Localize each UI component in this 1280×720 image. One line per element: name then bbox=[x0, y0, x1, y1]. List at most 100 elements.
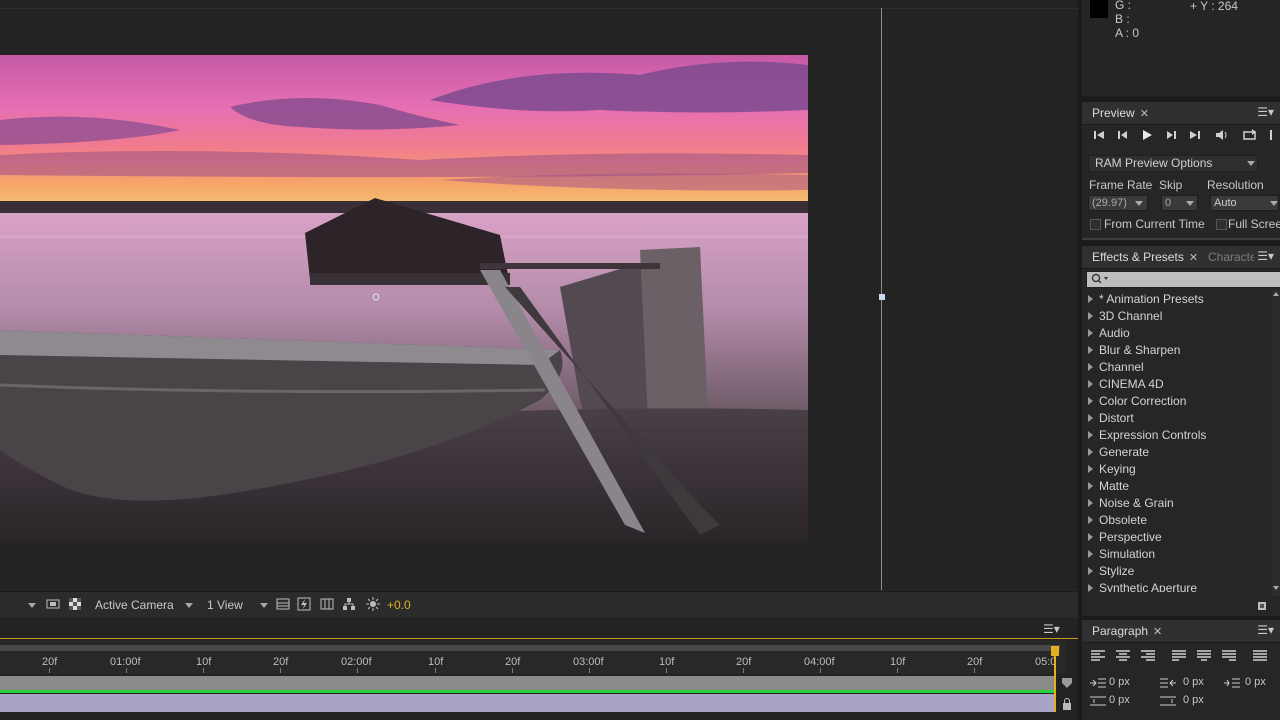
effects-search-input[interactable] bbox=[1086, 271, 1280, 288]
timeline-panel-menu-icon[interactable]: ☰▾ bbox=[1043, 622, 1060, 636]
effect-category-obsolete[interactable]: Obsolete bbox=[1088, 512, 1147, 529]
ram-preview-options-dropdown[interactable]: RAM Preview Options bbox=[1088, 155, 1258, 172]
effect-category-simulation[interactable]: Simulation bbox=[1088, 546, 1155, 563]
first-frame-icon[interactable] bbox=[1091, 128, 1107, 142]
effect-category-cinema-4d[interactable]: CINEMA 4D bbox=[1088, 376, 1164, 393]
guide-handle[interactable] bbox=[879, 294, 885, 300]
tab-effects-presets[interactable]: Effects & Presets ✕ bbox=[1092, 250, 1198, 264]
expand-triangle-icon[interactable] bbox=[1088, 533, 1093, 541]
effect-category-blur-sharpen[interactable]: Blur & Sharpen bbox=[1088, 342, 1180, 359]
frame-rate-field[interactable]: (29.97) bbox=[1088, 195, 1148, 211]
close-icon[interactable]: ✕ bbox=[1189, 252, 1198, 264]
effect-category-matte[interactable]: Matte bbox=[1088, 478, 1129, 495]
effect-category-synthetic-aperture[interactable]: Synthetic Aperture bbox=[1088, 580, 1197, 592]
timeline-icon[interactable] bbox=[320, 597, 334, 611]
expand-triangle-icon[interactable] bbox=[1088, 499, 1093, 507]
last-frame-icon[interactable] bbox=[1187, 128, 1203, 142]
indent-right-value[interactable]: 0 px bbox=[1183, 676, 1204, 688]
audio-icon[interactable] bbox=[1214, 128, 1230, 142]
work-area-bar[interactable] bbox=[0, 645, 1060, 651]
space-before-value[interactable]: 0 px bbox=[1109, 694, 1130, 706]
current-time-indicator-head[interactable] bbox=[1051, 646, 1059, 656]
indent-first-line-value[interactable]: 0 px bbox=[1245, 676, 1266, 688]
tick-label: 02:00f bbox=[341, 656, 372, 668]
effect-category-color-correction[interactable]: Color Correction bbox=[1088, 393, 1186, 410]
space-after-value[interactable]: 0 px bbox=[1183, 694, 1204, 706]
effect-category-stylize[interactable]: Stylize bbox=[1088, 563, 1134, 580]
new-preset-icon[interactable] bbox=[1256, 600, 1268, 612]
tab-preview[interactable]: Preview ✕ bbox=[1092, 106, 1149, 120]
current-time-indicator[interactable] bbox=[1054, 656, 1056, 712]
effect-category-expression-controls[interactable]: Expression Controls bbox=[1088, 427, 1206, 444]
tab-character[interactable]: Characte bbox=[1208, 250, 1254, 264]
effect-category-audio[interactable]: Audio bbox=[1088, 325, 1130, 342]
expand-triangle-icon[interactable] bbox=[1088, 516, 1093, 524]
expand-triangle-icon[interactable] bbox=[1088, 380, 1093, 388]
effect-category-noise-grain[interactable]: Noise & Grain bbox=[1088, 495, 1174, 512]
expand-triangle-icon[interactable] bbox=[1088, 550, 1093, 558]
justify-all-icon[interactable] bbox=[1252, 649, 1268, 663]
expand-triangle-icon[interactable] bbox=[1088, 397, 1093, 405]
play-icon[interactable] bbox=[1139, 128, 1155, 142]
next-frame-icon[interactable] bbox=[1163, 128, 1179, 142]
layer-bar[interactable] bbox=[0, 694, 1056, 712]
panel-menu-icon[interactable]: ☰▾ bbox=[1257, 623, 1274, 637]
expand-triangle-icon[interactable] bbox=[1088, 482, 1093, 490]
align-left-icon[interactable] bbox=[1090, 649, 1106, 663]
exposure-value[interactable]: +0.0 bbox=[387, 597, 411, 613]
panel-menu-icon[interactable]: ☰▾ bbox=[1257, 249, 1274, 263]
effect-category-generate[interactable]: Generate bbox=[1088, 444, 1149, 461]
effect-category-channel[interactable]: Channel bbox=[1088, 359, 1144, 376]
effect-category-3d-channel[interactable]: 3D Channel bbox=[1088, 308, 1162, 325]
expand-triangle-icon[interactable] bbox=[1088, 431, 1093, 439]
panel-menu-icon[interactable]: ☰▾ bbox=[1257, 105, 1274, 119]
align-center-icon[interactable] bbox=[1115, 649, 1131, 663]
justify-last-center-icon[interactable] bbox=[1196, 649, 1212, 663]
close-icon[interactable]: ✕ bbox=[1153, 626, 1162, 638]
expand-triangle-icon[interactable] bbox=[1088, 584, 1093, 592]
expand-triangle-icon[interactable] bbox=[1088, 346, 1093, 354]
shield-down-icon[interactable] bbox=[1060, 676, 1074, 690]
scroll-up-icon[interactable] bbox=[1273, 292, 1279, 296]
justify-last-right-icon[interactable] bbox=[1221, 649, 1237, 663]
expand-triangle-icon[interactable] bbox=[1088, 312, 1093, 320]
loop-icon[interactable] bbox=[1242, 128, 1258, 142]
previous-frame-icon[interactable] bbox=[1115, 128, 1131, 142]
reset-exposure-icon[interactable] bbox=[366, 597, 380, 611]
transparency-grid-icon[interactable] bbox=[68, 597, 82, 611]
effect-category-perspective[interactable]: Perspective bbox=[1088, 529, 1162, 546]
expand-triangle-icon[interactable] bbox=[1088, 465, 1093, 473]
fast-previews-icon[interactable] bbox=[297, 597, 311, 611]
full-screen-checkbox[interactable] bbox=[1216, 219, 1227, 230]
expand-triangle-icon[interactable] bbox=[1088, 295, 1093, 303]
active-camera-dropdown[interactable]: Active Camera bbox=[95, 597, 194, 613]
effect-category-animation-presets[interactable]: * Animation Presets bbox=[1088, 291, 1204, 308]
expand-triangle-icon[interactable] bbox=[1088, 363, 1093, 371]
scroll-down-icon[interactable] bbox=[1273, 586, 1279, 590]
expand-triangle-icon[interactable] bbox=[1088, 414, 1093, 422]
flowchart-icon[interactable] bbox=[342, 597, 356, 611]
ram-preview-icon[interactable] bbox=[1268, 128, 1280, 142]
effect-category-distort[interactable]: Distort bbox=[1088, 410, 1134, 427]
lock-icon[interactable] bbox=[1060, 697, 1074, 711]
region-of-interest-icon[interactable] bbox=[46, 597, 60, 611]
align-right-icon[interactable] bbox=[1140, 649, 1156, 663]
magnification-dropdown[interactable] bbox=[28, 597, 36, 613]
active-camera-label: Active Camera bbox=[95, 598, 174, 612]
from-current-time-checkbox[interactable] bbox=[1090, 219, 1101, 230]
expand-triangle-icon[interactable] bbox=[1088, 567, 1093, 575]
expand-triangle-icon[interactable] bbox=[1088, 448, 1093, 456]
skip-field[interactable]: 0 bbox=[1161, 195, 1198, 211]
layer-duration-bar[interactable] bbox=[0, 676, 1056, 690]
effect-category-keying[interactable]: Keying bbox=[1088, 461, 1136, 478]
indent-left-value[interactable]: 0 px bbox=[1109, 676, 1130, 688]
close-icon[interactable]: ✕ bbox=[1140, 108, 1149, 120]
tab-paragraph[interactable]: Paragraph ✕ bbox=[1092, 624, 1162, 638]
view-layout-dropdown[interactable]: 1 View bbox=[207, 597, 269, 613]
resolution-dropdown[interactable]: Auto bbox=[1210, 195, 1279, 211]
effects-scrollbar[interactable] bbox=[1272, 290, 1280, 596]
toggle-pixel-aspect-icon[interactable] bbox=[276, 597, 290, 611]
composition-image[interactable] bbox=[0, 55, 808, 541]
expand-triangle-icon[interactable] bbox=[1088, 329, 1093, 337]
justify-last-left-icon[interactable] bbox=[1171, 649, 1187, 663]
